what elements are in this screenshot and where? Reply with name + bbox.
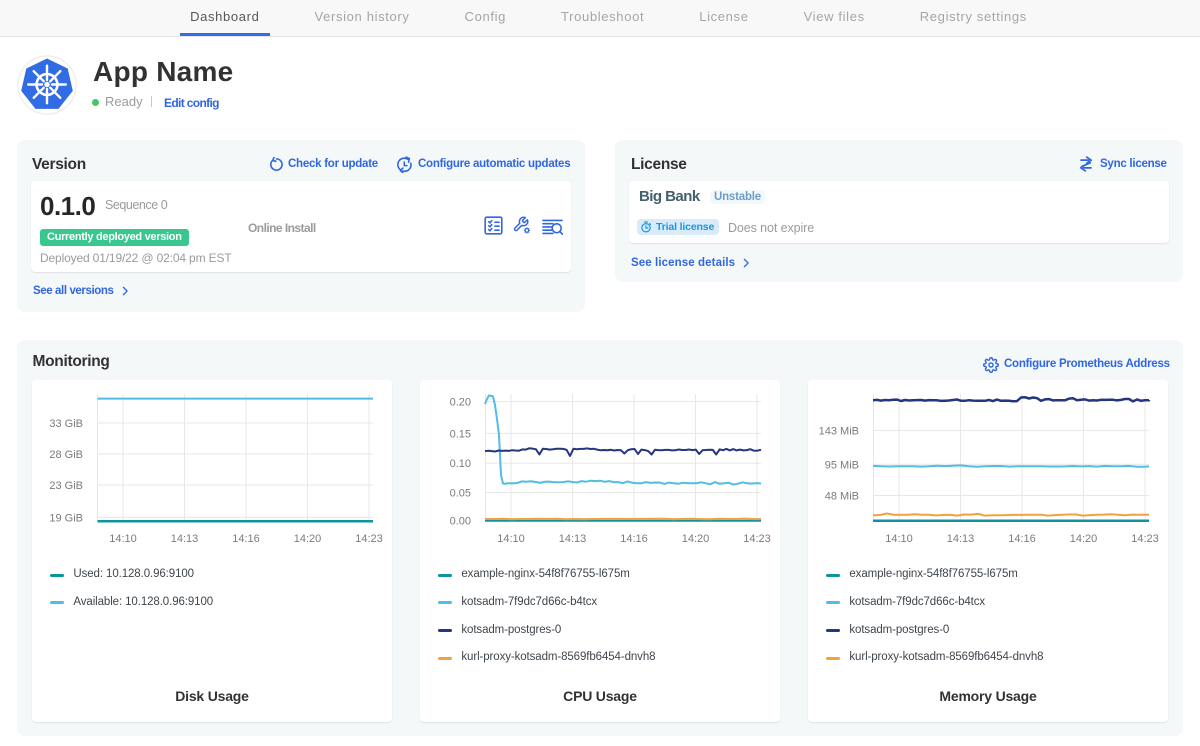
svg-text:14:10: 14:10 bbox=[109, 533, 137, 545]
svg-text:0.05: 0.05 bbox=[450, 488, 471, 500]
svg-text:14:20: 14:20 bbox=[1070, 533, 1098, 545]
svg-text:14:20: 14:20 bbox=[682, 533, 710, 545]
svg-text:14:20: 14:20 bbox=[294, 533, 322, 545]
svg-text:33 GiB: 33 GiB bbox=[49, 418, 83, 430]
svg-text:14:10: 14:10 bbox=[885, 533, 913, 545]
svg-text:14:10: 14:10 bbox=[497, 533, 525, 545]
svg-text:14:16: 14:16 bbox=[1008, 533, 1036, 545]
svg-text:14:23: 14:23 bbox=[355, 533, 383, 545]
svg-text:14:13: 14:13 bbox=[559, 533, 587, 545]
svg-text:28 GiB: 28 GiB bbox=[49, 449, 83, 461]
svg-text:14:16: 14:16 bbox=[232, 533, 260, 545]
svg-text:0.10: 0.10 bbox=[450, 458, 471, 470]
svg-text:14:23: 14:23 bbox=[1131, 533, 1159, 545]
svg-text:143 MiB: 143 MiB bbox=[819, 425, 859, 437]
svg-text:0.00: 0.00 bbox=[450, 515, 471, 527]
svg-text:14:23: 14:23 bbox=[743, 533, 771, 545]
svg-text:14:16: 14:16 bbox=[620, 533, 648, 545]
svg-text:0.20: 0.20 bbox=[450, 397, 471, 409]
svg-text:14:13: 14:13 bbox=[171, 533, 199, 545]
svg-text:19 GiB: 19 GiB bbox=[49, 512, 83, 524]
svg-text:95 MiB: 95 MiB bbox=[825, 459, 859, 471]
svg-text:48 MiB: 48 MiB bbox=[825, 491, 859, 503]
svg-text:14:13: 14:13 bbox=[947, 533, 975, 545]
svg-text:23 GiB: 23 GiB bbox=[49, 480, 83, 492]
svg-text:0.15: 0.15 bbox=[450, 428, 471, 440]
